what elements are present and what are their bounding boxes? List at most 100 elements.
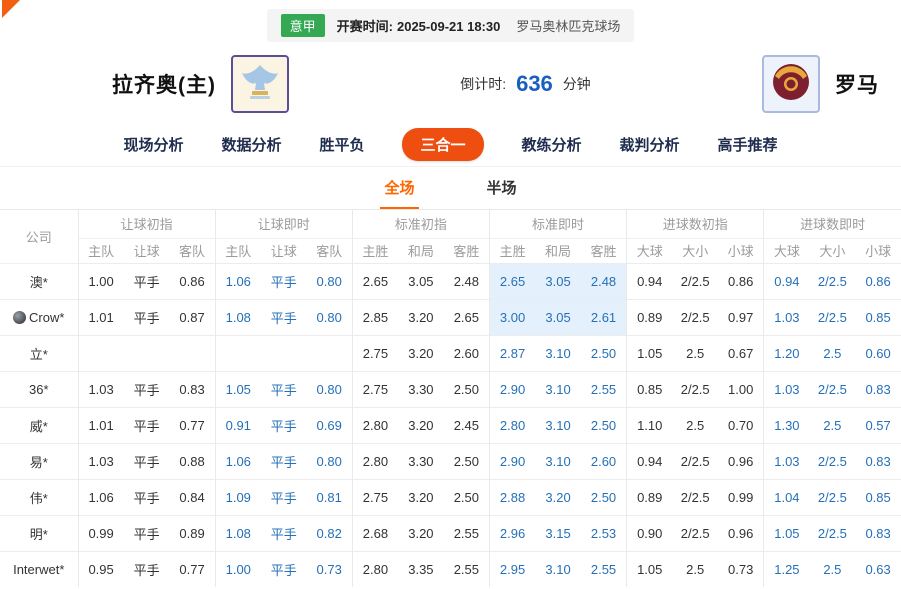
company-cell[interactable]: Interwet* (0, 551, 78, 587)
odds-cell: 0.96 (718, 515, 764, 551)
odds-cell: 2/2.5 (672, 479, 718, 515)
odds-cell: 2.96 (489, 515, 535, 551)
company-cell[interactable]: 易* (0, 443, 78, 479)
odds-cell: 2/2.5 (672, 443, 718, 479)
odds-cell: 平手 (124, 407, 170, 443)
tab-win-draw-lose[interactable]: 胜平负 (319, 134, 364, 155)
odds-cell: 2.48 (581, 263, 627, 299)
odds-cell: 0.86 (855, 263, 901, 299)
odds-cell: 2/2.5 (672, 263, 718, 299)
odds-cell: 1.00 (718, 371, 764, 407)
odds-cell: 3.20 (398, 479, 444, 515)
tab-expert-picks[interactable]: 高手推荐 (718, 134, 778, 155)
odds-cell: 0.77 (169, 551, 215, 587)
odds-cell: 3.00 (489, 299, 535, 335)
odds-cell: 平手 (124, 551, 170, 587)
odds-cell: 2.5 (810, 407, 856, 443)
odds-cell: 1.25 (764, 551, 810, 587)
lazio-crest-icon (238, 60, 282, 109)
odds-cell: 2.80 (352, 551, 398, 587)
odds-cell: 1.03 (78, 443, 124, 479)
odds-cell: 平手 (261, 551, 307, 587)
odds-cell: 1.03 (764, 371, 810, 407)
company-cell[interactable]: 澳* (0, 263, 78, 299)
odds-cell: 2.50 (444, 371, 490, 407)
odds-cell: 2.5 (672, 335, 718, 371)
odds-cell: 0.84 (169, 479, 215, 515)
odds-cell: 1.06 (78, 479, 124, 515)
tab-data-analysis[interactable]: 数据分析 (221, 134, 281, 155)
odds-cell: 1.04 (764, 479, 810, 515)
odds-cell: 2.5 (810, 335, 856, 371)
odds-cell: 1.00 (78, 263, 124, 299)
tab-full-match[interactable]: 全场 (380, 167, 418, 209)
odds-cell: 1.05 (627, 335, 673, 371)
odds-cell: 平手 (261, 371, 307, 407)
tab-coach-analysis[interactable]: 教练分析 (522, 134, 582, 155)
col-header: 大球 (764, 238, 810, 263)
odds-cell (261, 335, 307, 371)
odds-cell: 2.80 (489, 407, 535, 443)
odds-cell: 1.01 (78, 299, 124, 335)
tab-referee-analysis[interactable]: 裁判分析 (620, 134, 680, 155)
company-name: 立* (30, 347, 48, 362)
odds-cell: 1.08 (215, 515, 261, 551)
tab-half-match[interactable]: 半场 (483, 167, 521, 209)
group-header-std-live: 标准即时 (489, 210, 626, 238)
odds-cell: 0.77 (169, 407, 215, 443)
odds-cell: 0.85 (627, 371, 673, 407)
odds-cell: 1.08 (215, 299, 261, 335)
odds-cell: 1.30 (764, 407, 810, 443)
odds-cell: 平手 (261, 263, 307, 299)
odds-cell: 平手 (261, 407, 307, 443)
odds-cell: 0.81 (307, 479, 353, 515)
table-row: 伟* 1.06 平手 0.84 1.09 平手 0.81 2.75 3.20 2… (0, 479, 901, 515)
col-header: 客队 (307, 238, 353, 263)
odds-cell: 0.67 (718, 335, 764, 371)
odds-cell: 2.55 (444, 515, 490, 551)
odds-cell: 0.83 (169, 371, 215, 407)
odds-cell: 2.55 (581, 551, 627, 587)
company-cell[interactable]: 明* (0, 515, 78, 551)
odds-cell: 3.20 (398, 407, 444, 443)
countdown-unit: 分钟 (563, 76, 591, 92)
company-cell[interactable]: 立* (0, 335, 78, 371)
odds-cell: 0.86 (169, 263, 215, 299)
company-cell[interactable]: 伟* (0, 479, 78, 515)
odds-cell: 3.20 (398, 335, 444, 371)
odds-cell: 0.73 (718, 551, 764, 587)
odds-cell: 1.00 (215, 551, 261, 587)
odds-cell: 2.95 (489, 551, 535, 587)
odds-cell: 1.20 (764, 335, 810, 371)
company-cell[interactable]: 威* (0, 407, 78, 443)
odds-cell: 3.30 (398, 371, 444, 407)
away-team: 罗马 (762, 55, 879, 113)
odds-cell (307, 335, 353, 371)
tab-live-analysis[interactable]: 现场分析 (123, 134, 183, 155)
company-cell[interactable]: Crow* (0, 299, 78, 335)
odds-cell: 2/2.5 (672, 299, 718, 335)
kickoff-value: 2025-09-21 18:30 (397, 19, 500, 34)
nav-tabs: 现场分析 数据分析 胜平负 三合一 教练分析 裁判分析 高手推荐 (0, 122, 901, 167)
odds-cell: 0.83 (855, 515, 901, 551)
col-header: 和局 (398, 238, 444, 263)
table-row: 威* 1.01 平手 0.77 0.91 平手 0.69 2.80 3.20 2… (0, 407, 901, 443)
company-name: 伟* (30, 491, 48, 506)
odds-cell: 2.85 (352, 299, 398, 335)
tab-three-in-one[interactable]: 三合一 (402, 128, 483, 161)
odds-cell: 0.96 (718, 443, 764, 479)
odds-cell: 3.05 (398, 263, 444, 299)
company-cell[interactable]: 36* (0, 371, 78, 407)
odds-cell: 2.80 (352, 407, 398, 443)
col-header: 大小 (810, 238, 856, 263)
countdown: 倒计时: 636 分钟 (289, 71, 762, 97)
odds-cell: 0.80 (307, 263, 353, 299)
odds-cell: 1.06 (215, 263, 261, 299)
odds-cell (169, 335, 215, 371)
odds-cell: 0.94 (627, 443, 673, 479)
venue-name: 罗马奥林匹克球场 (516, 16, 620, 35)
kickoff-label: 开赛时间: (337, 19, 393, 34)
col-header: 客胜 (581, 238, 627, 263)
odds-cell: 2.55 (581, 371, 627, 407)
odds-cell (124, 335, 170, 371)
